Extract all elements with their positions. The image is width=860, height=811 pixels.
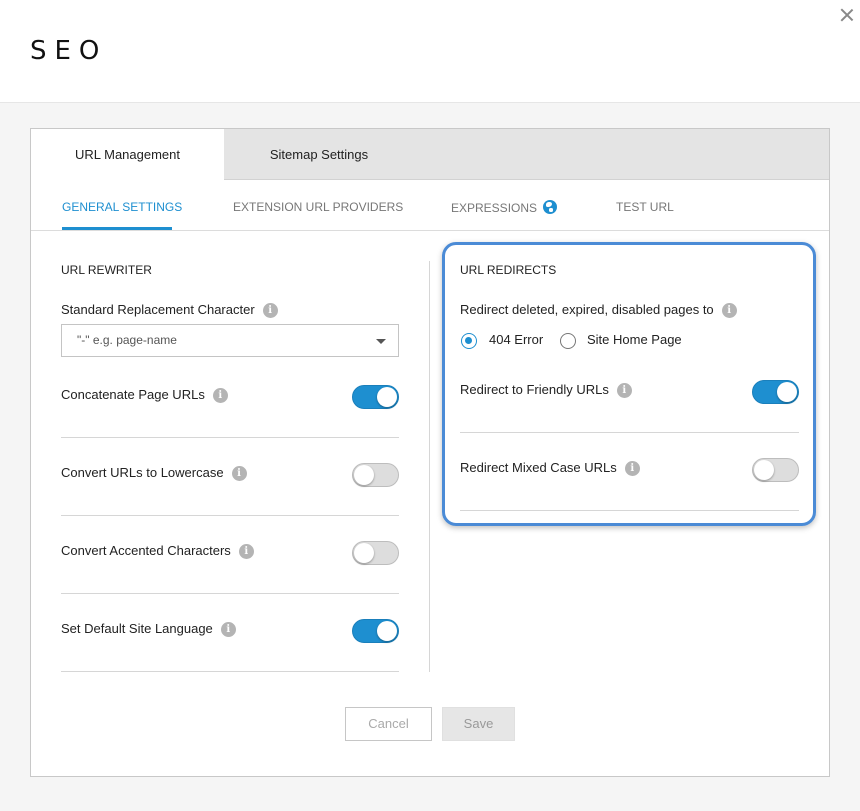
toggle-knob bbox=[377, 387, 397, 407]
toggle-knob bbox=[754, 460, 774, 480]
active-tab-indicator bbox=[62, 227, 172, 230]
tab-extension-url-providers[interactable]: EXTENSION URL PROVIDERS bbox=[233, 200, 403, 214]
lowercase-urls-toggle[interactable] bbox=[352, 463, 399, 487]
radio-site-home-page-label: Site Home Page bbox=[587, 332, 682, 347]
default-language-toggle[interactable] bbox=[352, 619, 399, 643]
friendly-urls-label: Redirect to Friendly URLs i bbox=[460, 382, 632, 398]
info-icon: i bbox=[616, 383, 632, 398]
page-title: SEO bbox=[30, 36, 108, 66]
concatenate-urls-label: Concatenate Page URLs i bbox=[61, 387, 228, 403]
mixed-case-urls-toggle[interactable] bbox=[752, 458, 799, 482]
redirect-to-label: Redirect deleted, expired, disabled page… bbox=[460, 302, 737, 318]
info-icon: i bbox=[721, 303, 737, 318]
replacement-char-select[interactable]: "-" e.g. page-name bbox=[61, 324, 399, 357]
save-button[interactable]: Save bbox=[442, 707, 515, 741]
radio-404-error[interactable] bbox=[461, 333, 477, 349]
radio-404-error-label: 404 Error bbox=[489, 332, 544, 347]
info-icon: i bbox=[262, 303, 278, 318]
tab-expressions[interactable]: EXPRESSIONS bbox=[451, 200, 558, 215]
concatenate-urls-text: Concatenate Page URLs bbox=[61, 387, 205, 402]
toggle-knob bbox=[777, 382, 797, 402]
url-redirects-heading: URL REDIRECTS bbox=[460, 263, 557, 277]
info-icon: i bbox=[220, 622, 236, 637]
tab-expressions-label: EXPRESSIONS bbox=[451, 201, 538, 215]
accented-chars-toggle[interactable] bbox=[352, 541, 399, 565]
cancel-button[interactable]: Cancel bbox=[345, 707, 432, 741]
tab-url-management[interactable]: URL Management bbox=[31, 129, 224, 181]
info-icon: i bbox=[238, 544, 254, 559]
mixed-case-urls-label: Redirect Mixed Case URLs i bbox=[460, 460, 640, 476]
seo-panel: URL Management Sitemap Settings GENERAL … bbox=[30, 128, 830, 777]
default-language-label: Set Default Site Language i bbox=[61, 621, 236, 637]
divider bbox=[61, 671, 399, 672]
tab-general-settings[interactable]: GENERAL SETTINGS bbox=[62, 200, 182, 214]
mixed-case-urls-text: Redirect Mixed Case URLs bbox=[460, 460, 617, 475]
tab-sitemap-settings[interactable]: Sitemap Settings bbox=[224, 129, 414, 180]
url-rewriter-heading: URL REWRITER bbox=[61, 263, 152, 277]
replacement-char-value: "-" e.g. page-name bbox=[77, 333, 177, 347]
info-icon: i bbox=[212, 388, 228, 403]
replacement-char-label: Standard Replacement Character i bbox=[61, 302, 278, 318]
toggle-knob bbox=[354, 465, 374, 485]
page-header: SEO bbox=[0, 0, 860, 103]
info-icon: i bbox=[624, 461, 640, 476]
lowercase-urls-text: Convert URLs to Lowercase bbox=[61, 465, 224, 480]
divider bbox=[460, 510, 799, 511]
radio-site-home-page[interactable] bbox=[560, 333, 576, 349]
accented-chars-label: Convert Accented Characters i bbox=[61, 543, 254, 559]
toggle-knob bbox=[377, 621, 397, 641]
divider bbox=[61, 515, 399, 516]
replacement-char-label-text: Standard Replacement Character bbox=[61, 302, 255, 317]
divider bbox=[61, 593, 399, 594]
default-language-text: Set Default Site Language bbox=[61, 621, 213, 636]
tab-test-url[interactable]: TEST URL bbox=[616, 200, 674, 214]
lowercase-urls-label: Convert URLs to Lowercase i bbox=[61, 465, 247, 481]
info-icon: i bbox=[231, 466, 247, 481]
friendly-urls-text: Redirect to Friendly URLs bbox=[460, 382, 609, 397]
friendly-urls-toggle[interactable] bbox=[752, 380, 799, 404]
toggle-knob bbox=[354, 543, 374, 563]
redirect-to-label-text: Redirect deleted, expired, disabled page… bbox=[460, 302, 714, 317]
close-icon[interactable] bbox=[839, 7, 855, 23]
concatenate-urls-toggle[interactable] bbox=[352, 385, 399, 409]
sub-tab-bar: GENERAL SETTINGS EXTENSION URL PROVIDERS… bbox=[31, 180, 829, 231]
accented-chars-text: Convert Accented Characters bbox=[61, 543, 231, 558]
divider bbox=[61, 437, 399, 438]
globe-icon bbox=[543, 200, 558, 214]
top-tab-bar: URL Management Sitemap Settings bbox=[31, 129, 829, 181]
divider bbox=[460, 432, 799, 433]
column-divider bbox=[429, 261, 430, 672]
chevron-down-icon bbox=[376, 339, 386, 344]
